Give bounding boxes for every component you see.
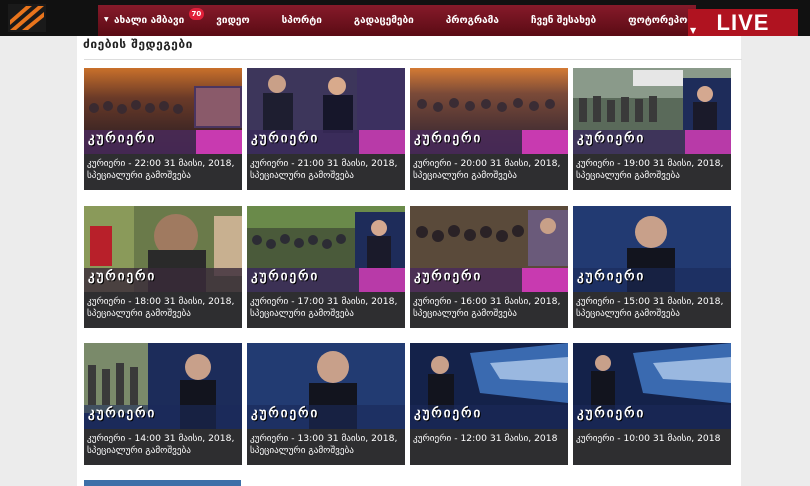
video-caption: კურიერი - 10:00 31 მაისი, 2018 bbox=[576, 433, 730, 445]
caption-line: კურიერი - 22:00 31 მაისი, 2018, bbox=[87, 158, 235, 169]
caption-line: სპეციალური გამოშვება bbox=[250, 445, 354, 456]
video-card[interactable]: კურიერი კურიერი - 15:00 31 მაისი, 2018, … bbox=[573, 206, 731, 328]
program-logo: კურიერი bbox=[577, 130, 646, 145]
caption-line: კურიერი - 19:00 31 მაისი, 2018, bbox=[576, 158, 724, 169]
program-logo: კურიერი bbox=[88, 405, 157, 420]
caption-line: კურიერი - 18:00 31 მაისი, 2018, bbox=[87, 296, 235, 307]
nav-item-program[interactable]: პროგრამა bbox=[430, 5, 515, 36]
nav-item-video[interactable]: ვიდეო bbox=[200, 5, 265, 36]
nav-item-label: სპორტი bbox=[281, 15, 322, 26]
program-logo: კურიერი bbox=[251, 268, 320, 283]
live-button[interactable]: LIVE bbox=[688, 9, 798, 36]
nav-item-shows[interactable]: გადაცემები bbox=[338, 5, 430, 36]
video-caption: კურიერი - 15:00 31 მაისი, 2018, სპეციალუ… bbox=[576, 296, 730, 320]
caption-line: კურიერი - 10:00 31 მაისი, 2018 bbox=[576, 433, 721, 444]
program-logo: კურიერი bbox=[577, 268, 646, 283]
caption-line: სპეციალური გამოშვება bbox=[576, 308, 680, 319]
caption-line: კურიერი - 12:00 31 მაისი, 2018 bbox=[413, 433, 558, 444]
video-card[interactable]: კურიერი კურიერი - 13:00 31 მაისი, 2018, … bbox=[247, 343, 405, 465]
program-logo: კურიერი bbox=[414, 405, 483, 420]
nav-item-label: გადაცემები bbox=[353, 15, 414, 26]
video-card[interactable]: კურიერი კურიერი - 20:00 31 მაისი, 2018, … bbox=[410, 68, 568, 190]
video-card-partial[interactable] bbox=[84, 480, 241, 486]
caption-line: კურიერი - 14:00 31 მაისი, 2018, bbox=[87, 433, 235, 444]
program-logo: კურიერი bbox=[414, 130, 483, 145]
video-card[interactable]: კურიერი კურიერი - 17:00 31 მაისი, 2018, … bbox=[247, 206, 405, 328]
program-logo: კურიერი bbox=[88, 130, 157, 145]
video-card[interactable]: კურიერი კურიერი - 19:00 31 მაისი, 2018, … bbox=[573, 68, 731, 190]
video-caption: კურიერი - 12:00 31 მაისი, 2018 bbox=[413, 433, 567, 445]
caption-line: სპეციალური გამოშვება bbox=[87, 170, 191, 181]
caption-line: კურიერი - 16:00 31 მაისი, 2018, bbox=[413, 296, 561, 307]
caption-line: კურიერი - 13:00 31 მაისი, 2018, bbox=[250, 433, 398, 444]
video-caption: კურიერი - 16:00 31 მაისი, 2018, სპეციალუ… bbox=[413, 296, 567, 320]
video-caption: კურიერი - 20:00 31 მაისი, 2018, სპეციალუ… bbox=[413, 158, 567, 182]
nav-item-sport[interactable]: სპორტი bbox=[266, 5, 338, 36]
caption-line: კურიერი - 17:00 31 მაისი, 2018, bbox=[250, 296, 398, 307]
nav-item-label: პროგრამა bbox=[445, 15, 499, 26]
caption-line: კურიერი - 15:00 31 მაისი, 2018, bbox=[576, 296, 724, 307]
video-caption: კურიერი - 18:00 31 მაისი, 2018, სპეციალუ… bbox=[87, 296, 241, 320]
program-logo: კურიერი bbox=[251, 130, 320, 145]
nav-item-news[interactable]: ახალი ამბავი 70 ▼ bbox=[98, 5, 205, 36]
caption-line: სპეციალური გამოშვება bbox=[576, 170, 680, 181]
caption-line: სპეციალური გამოშვება bbox=[87, 445, 191, 456]
nav-item-about[interactable]: ჩვენ შესახებ bbox=[515, 5, 612, 36]
video-caption: კურიერი - 19:00 31 მაისი, 2018, სპეციალუ… bbox=[576, 158, 730, 182]
video-card[interactable]: კურიერი კურიერი - 16:00 31 მაისი, 2018, … bbox=[410, 206, 568, 328]
caption-line: სპეციალური გამოშვება bbox=[413, 170, 517, 181]
video-caption: კურიერი - 13:00 31 მაისი, 2018, სპეციალუ… bbox=[250, 433, 404, 457]
program-logo: კურიერი bbox=[577, 405, 646, 420]
video-card[interactable]: კურიერი კურიერი - 21:00 31 მაისი, 2018, … bbox=[247, 68, 405, 190]
video-card[interactable]: კურიერი კურიერი - 10:00 31 მაისი, 2018 bbox=[573, 343, 731, 465]
page-title: ძიების შედეგები bbox=[83, 37, 193, 51]
video-card[interactable]: კურიერი კურიერი - 12:00 31 მაისი, 2018 bbox=[410, 343, 568, 465]
video-card[interactable]: კურიერი კურიერი - 22:00 31 მაისი, 2018, … bbox=[84, 68, 242, 190]
caret-down-icon: ▼ bbox=[104, 16, 109, 23]
caption-line: სპეციალური გამოშვება bbox=[413, 308, 517, 319]
program-logo: კურიერი bbox=[88, 268, 157, 283]
video-caption: კურიერი - 17:00 31 მაისი, 2018, სპეციალუ… bbox=[250, 296, 404, 320]
video-caption: კურიერი - 21:00 31 მაისი, 2018, სპეციალუ… bbox=[250, 158, 404, 182]
video-card[interactable]: კურიერი კურიერი - 18:00 31 მაისი, 2018, … bbox=[84, 206, 242, 328]
video-caption: კურიერი - 14:00 31 მაისი, 2018, სპეციალუ… bbox=[87, 433, 241, 457]
nav-item-label: ვიდეო bbox=[216, 15, 250, 26]
caret-down-icon: ▼ bbox=[690, 26, 697, 35]
divider bbox=[84, 59, 742, 60]
caption-line: სპეციალური გამოშვება bbox=[250, 308, 354, 319]
main-nav: ახალი ამბავი 70 ▼ ვიდეო სპორტი გადაცემებ… bbox=[98, 5, 719, 36]
caption-line: კურიერი - 21:00 31 მაისი, 2018, bbox=[250, 158, 398, 169]
video-caption: კურიერი - 22:00 31 მაისი, 2018, სპეციალუ… bbox=[87, 158, 241, 182]
video-card[interactable]: კურიერი კურიერი - 14:00 31 მაისი, 2018, … bbox=[84, 343, 242, 465]
caption-line: სპეციალური გამოშვება bbox=[87, 308, 191, 319]
program-logo: კურიერი bbox=[414, 268, 483, 283]
caption-line: კურიერი - 20:00 31 მაისი, 2018, bbox=[413, 158, 561, 169]
caption-line: სპეციალური გამოშვება bbox=[250, 170, 354, 181]
nav-item-label: ჩვენ შესახებ bbox=[530, 15, 597, 26]
nav-item-label: ახალი ამბავი bbox=[114, 15, 185, 26]
program-logo: კურიერი bbox=[251, 405, 320, 420]
channel-logo-icon[interactable] bbox=[8, 4, 46, 32]
